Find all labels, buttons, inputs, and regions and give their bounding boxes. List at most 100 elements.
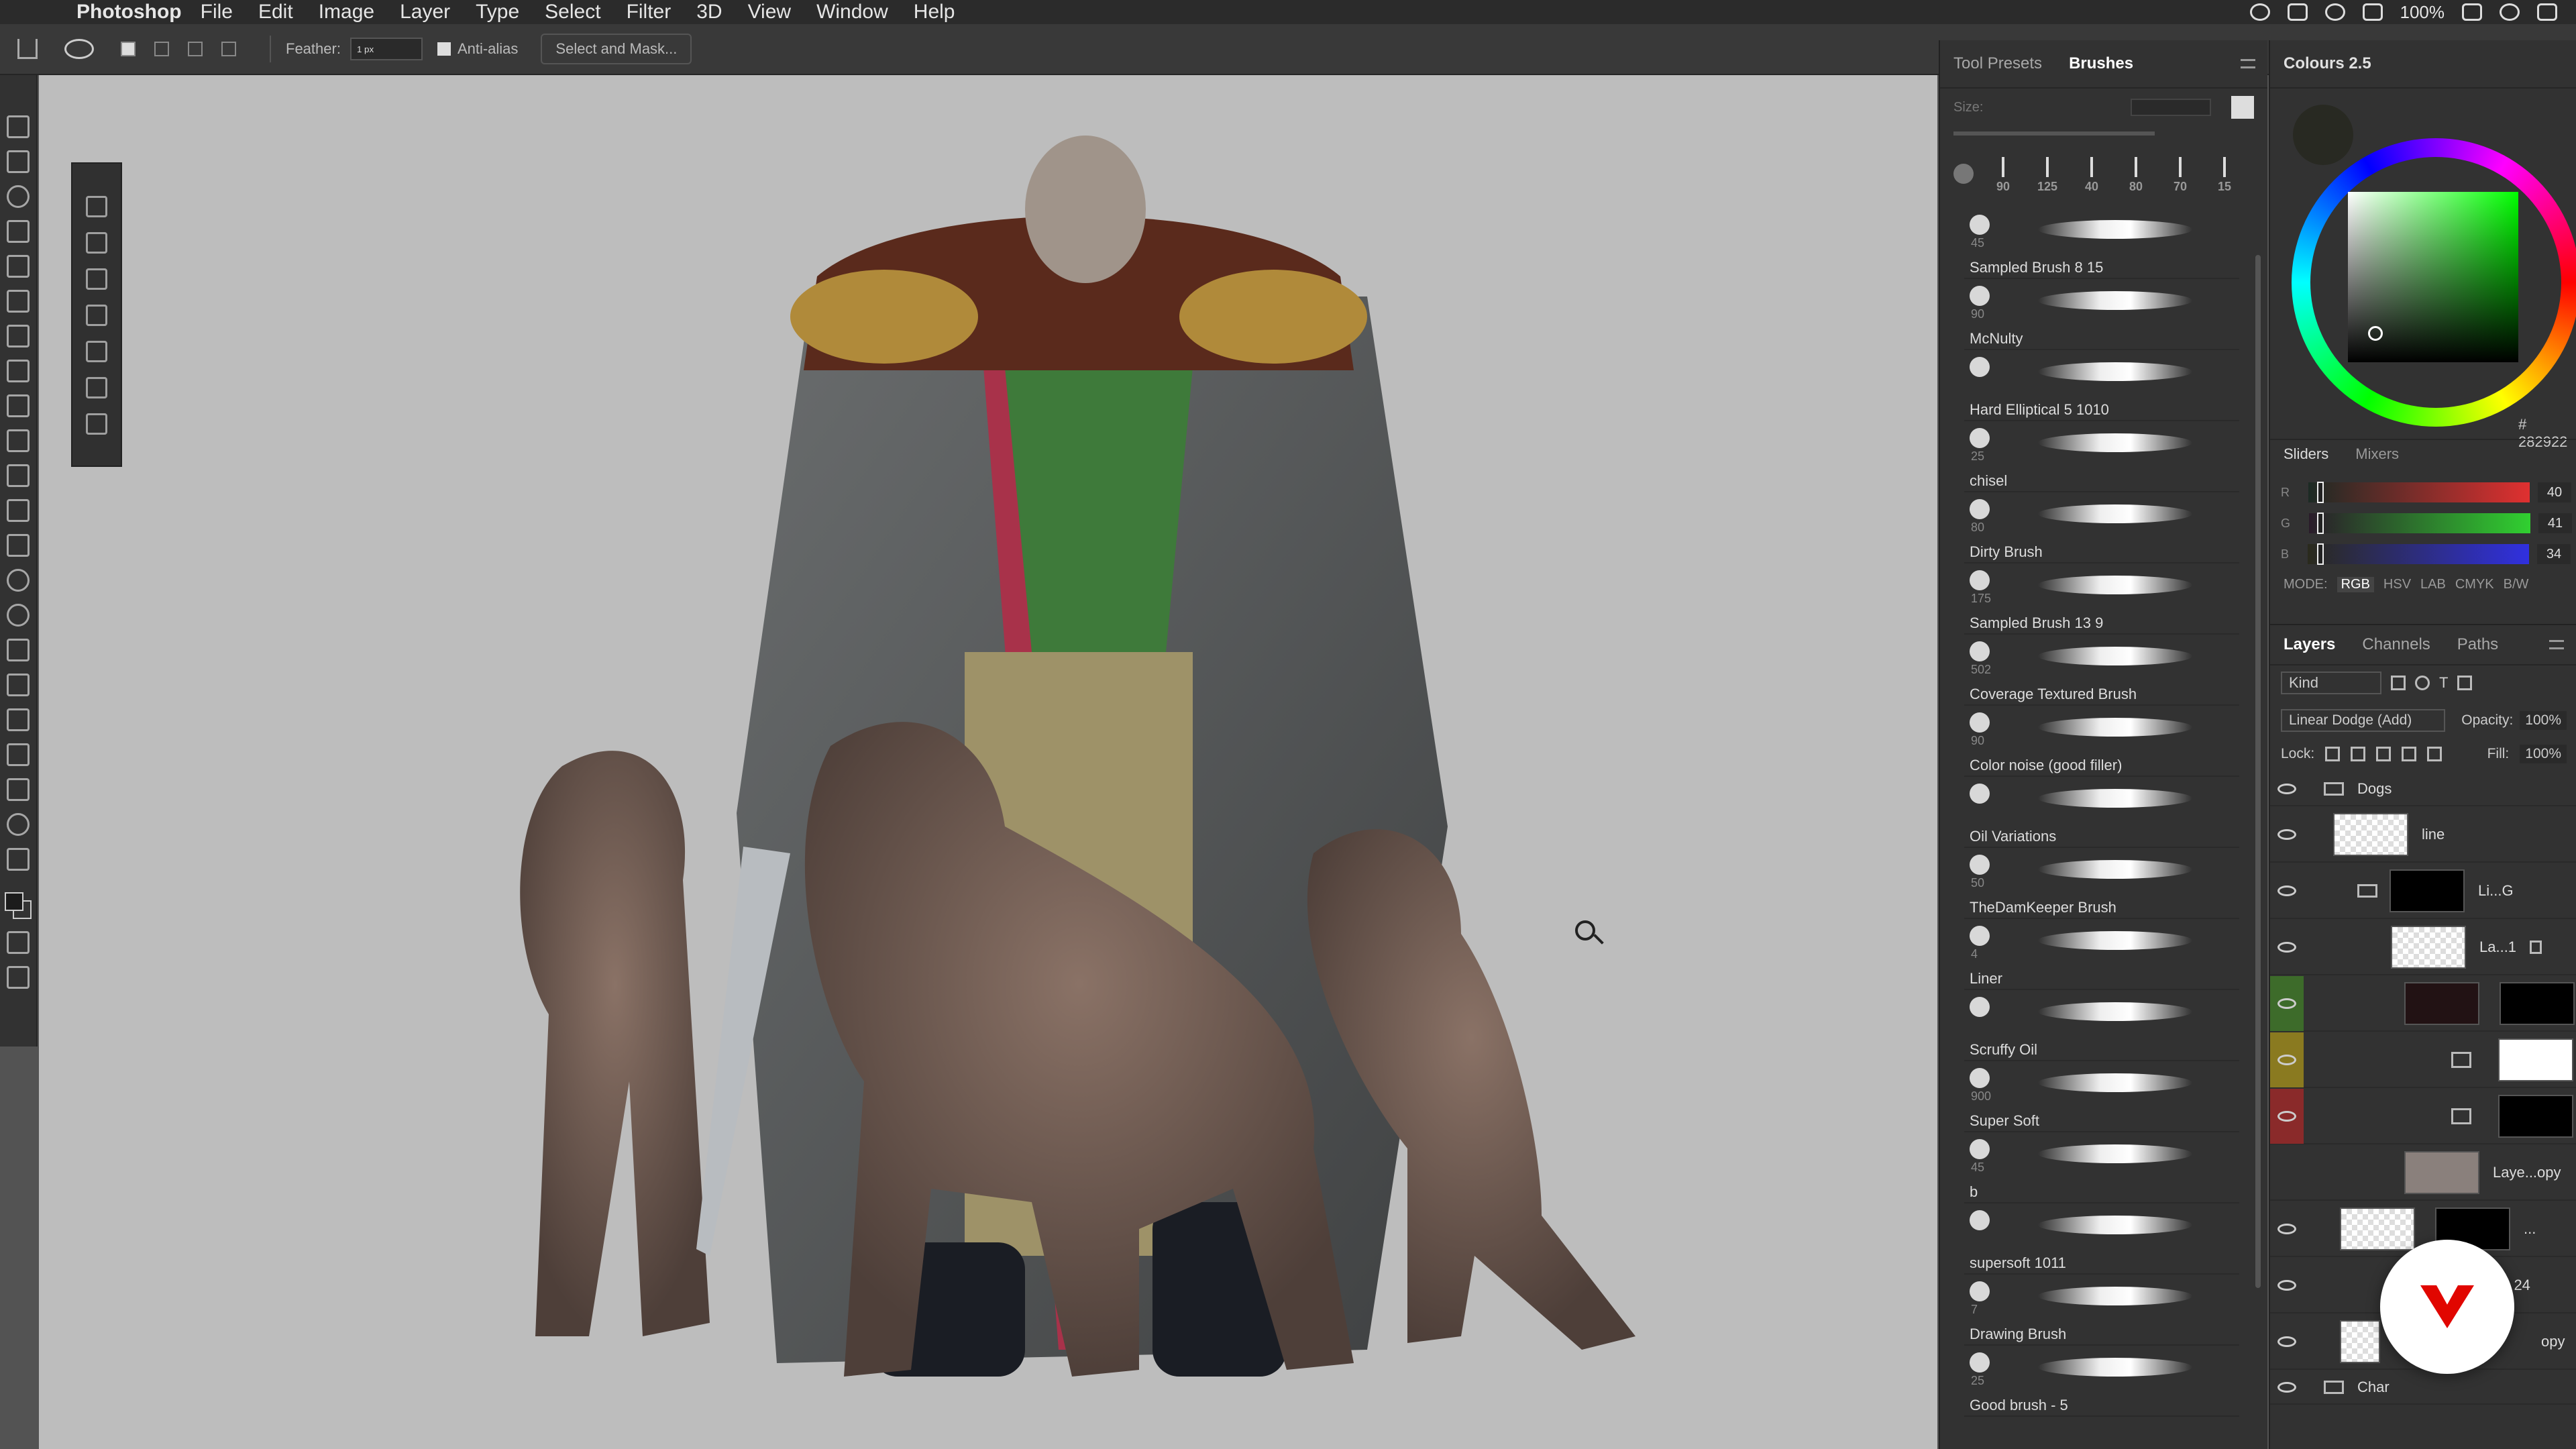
home-icon[interactable]: [17, 39, 38, 59]
brush-item[interactable]: 4 Liner: [1964, 919, 2239, 990]
layer-line[interactable]: line: [2270, 808, 2576, 863]
eyedropper-icon[interactable]: [7, 325, 30, 347]
mode-lab[interactable]: LAB: [2420, 577, 2446, 592]
lock-image-icon[interactable]: [2351, 747, 2366, 761]
brush-item[interactable]: 900 Super Soft: [1964, 1061, 2239, 1132]
preset-size[interactable]: 125: [2033, 157, 2062, 194]
blue-knob[interactable]: [2317, 543, 2324, 565]
tab-sliders[interactable]: Sliders: [2284, 445, 2328, 463]
slider-red[interactable]: R 40: [2281, 480, 2576, 504]
brush-tool-icon[interactable]: [7, 394, 30, 417]
blue-value[interactable]: 34: [2537, 544, 2571, 564]
healing-brush-icon[interactable]: [7, 360, 30, 382]
panel-menu-icon[interactable]: [2241, 59, 2255, 68]
type-tool-icon[interactable]: [7, 674, 30, 696]
brush-item[interactable]: 90 Color noise (good filler): [1964, 706, 2239, 777]
history-brush-icon[interactable]: [7, 464, 30, 487]
brush-item[interactable]: Scruffy Oil: [1964, 990, 2239, 1061]
zoom-tool-icon[interactable]: [7, 813, 30, 836]
layer-mask-yellow[interactable]: [2270, 1032, 2576, 1088]
filter-adjustment-icon[interactable]: [2415, 676, 2430, 690]
tab-brushes[interactable]: Brushes: [2069, 54, 2133, 73]
paragraph-icon[interactable]: [86, 196, 107, 217]
brush-item[interactable]: 502 Coverage Textured Brush: [1964, 635, 2239, 706]
brush-item[interactable]: 80 Dirty Brush: [1964, 492, 2239, 564]
visibility-eye-icon[interactable]: [2270, 1258, 2304, 1313]
character-icon[interactable]: [86, 232, 107, 254]
tab-paths[interactable]: Paths: [2457, 635, 2498, 654]
opacity-input[interactable]: 100%: [2520, 711, 2567, 730]
brush-item[interactable]: supersoft 1011: [1964, 1203, 2239, 1275]
path-selection-icon[interactable]: [7, 708, 30, 731]
app-name[interactable]: Photoshop: [76, 1, 182, 23]
move-tool-icon[interactable]: [7, 115, 30, 138]
add-to-selection-icon[interactable]: [154, 42, 169, 56]
spotlight-search-icon[interactable]: [2500, 3, 2520, 21]
color-swatches[interactable]: [5, 892, 32, 919]
visibility-eye-icon[interactable]: [2270, 920, 2304, 975]
brush-item[interactable]: 50 TheDamKeeper Brush: [1964, 848, 2239, 919]
menu-window[interactable]: Window: [816, 1, 888, 23]
menu-view[interactable]: View: [748, 1, 791, 23]
brush-item[interactable]: 175 Sampled Brush 13 9: [1964, 564, 2239, 635]
magic-wand-icon[interactable]: [7, 220, 30, 243]
layer-copy[interactable]: Laye...opy: [2270, 1146, 2576, 1201]
quick-mask-icon[interactable]: [7, 931, 30, 954]
subtract-from-selection-icon[interactable]: [188, 42, 203, 56]
preset-size[interactable]: 40: [2077, 157, 2106, 194]
color-picker-handle[interactable]: [2368, 326, 2383, 341]
tab-tool-presets[interactable]: Tool Presets: [1953, 54, 2042, 73]
preset-size[interactable]: 70: [2165, 157, 2195, 194]
layer-mask-green[interactable]: [2270, 976, 2576, 1032]
filter-kind-select[interactable]: Kind: [2281, 672, 2381, 694]
hand-tool-icon[interactable]: [7, 778, 30, 801]
brush-item[interactable]: 45 Sampled Brush 8 15: [1964, 208, 2239, 279]
gradient-tool-icon[interactable]: [7, 534, 30, 557]
dodge-tool-icon[interactable]: [7, 604, 30, 627]
tab-mixers[interactable]: Mixers: [2355, 445, 2399, 463]
foreground-color[interactable]: [5, 892, 23, 911]
saturation-value-square[interactable]: [2348, 192, 2518, 362]
green-value[interactable]: 41: [2538, 513, 2573, 533]
menu-file[interactable]: File: [201, 1, 233, 23]
red-value[interactable]: 40: [2538, 482, 2571, 502]
layer-group-lig[interactable]: Li...G: [2270, 864, 2576, 919]
layer-group-dogs[interactable]: Dogs: [2270, 773, 2576, 806]
volume-icon[interactable]: [2362, 3, 2383, 21]
brush-item[interactable]: 7 Drawing Brush: [1964, 1275, 2239, 1346]
brush-item[interactable]: 25 chisel: [1964, 421, 2239, 492]
panel-menu-icon[interactable]: [2549, 640, 2564, 649]
brush-item[interactable]: Hard Elliptical 5 1010: [1964, 350, 2239, 421]
feather-input[interactable]: [350, 38, 423, 60]
menu-filter[interactable]: Filter: [627, 1, 672, 23]
menu-edit[interactable]: Edit: [258, 1, 293, 23]
lasso-tool-icon[interactable]: [64, 39, 94, 59]
visibility-eye-icon[interactable]: [2270, 1371, 2304, 1404]
visibility-eye-icon[interactable]: [2270, 863, 2304, 918]
tab-channels[interactable]: Channels: [2362, 635, 2430, 654]
mode-bw[interactable]: B/W: [2504, 577, 2529, 592]
layer-group-char[interactable]: Char: [2270, 1371, 2576, 1405]
dropbox-icon[interactable]: [2287, 3, 2308, 21]
green-knob[interactable]: [2317, 513, 2324, 534]
pen-tool-icon[interactable]: [7, 639, 30, 661]
filter-type-icon[interactable]: T: [2439, 674, 2448, 692]
current-color-swatch[interactable]: [2293, 105, 2353, 165]
new-selection-icon[interactable]: [121, 42, 136, 56]
stamp-tool-icon[interactable]: [7, 429, 30, 452]
menu-help[interactable]: Help: [914, 1, 955, 23]
brush-item[interactable]: 90 McNulty: [1964, 279, 2239, 350]
blend-mode-select[interactable]: Linear Dodge (Add): [2281, 709, 2446, 732]
preset-size[interactable]: 90: [1988, 157, 2018, 194]
mode-cmyk[interactable]: CMYK: [2455, 577, 2494, 592]
fill-input[interactable]: 100%: [2520, 745, 2567, 763]
screen-mode-icon[interactable]: [7, 966, 30, 989]
edit-brush-icon[interactable]: [2231, 96, 2254, 119]
mode-rgb[interactable]: RGB: [2337, 577, 2374, 592]
slider-blue[interactable]: B 34: [2281, 542, 2576, 566]
red-knob[interactable]: [2317, 482, 2324, 503]
notification-center-icon[interactable]: [2537, 3, 2557, 21]
marquee-tool-icon[interactable]: [7, 150, 30, 173]
play-action-icon[interactable]: [86, 268, 107, 290]
visibility-eye-icon[interactable]: [2270, 1314, 2304, 1369]
